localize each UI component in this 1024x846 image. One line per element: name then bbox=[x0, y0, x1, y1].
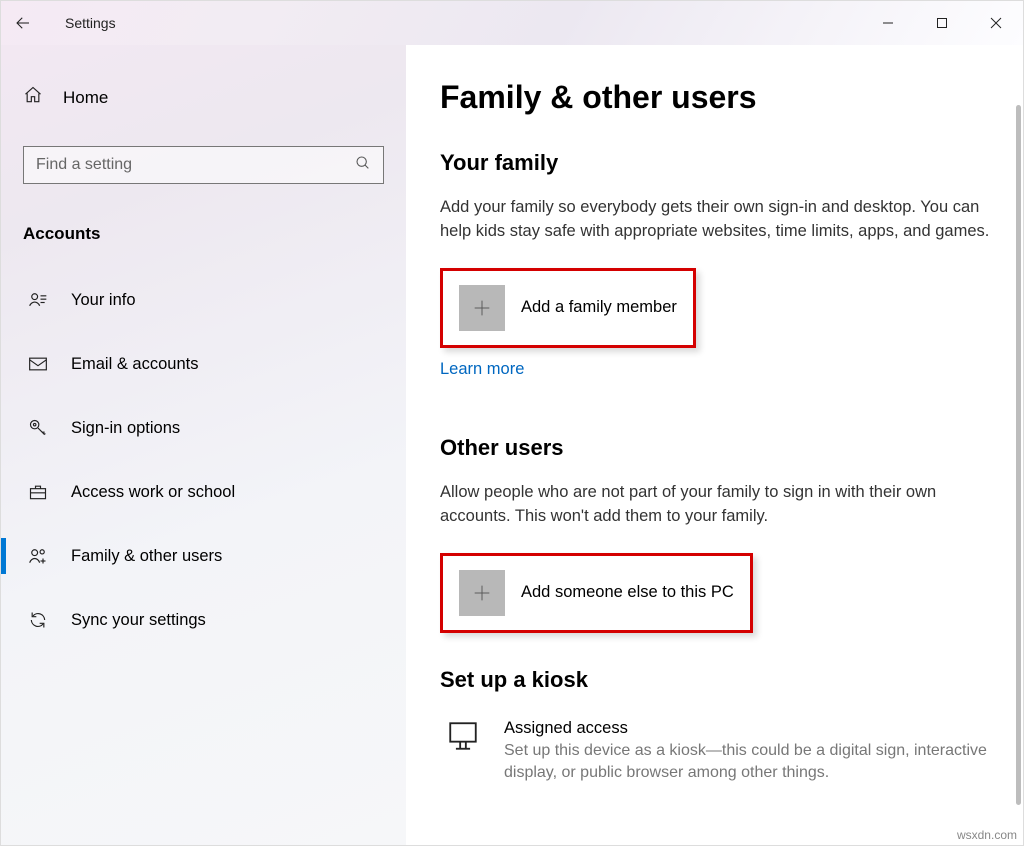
sidebar-item-label: Family & other users bbox=[71, 547, 222, 566]
home-nav[interactable]: Home bbox=[23, 85, 384, 110]
add-family-member-button[interactable]: Add a family member bbox=[451, 277, 685, 339]
minimize-button[interactable] bbox=[861, 1, 915, 45]
sidebar-item-label: Sign-in options bbox=[71, 419, 180, 438]
family-description: Add your family so everybody gets their … bbox=[440, 196, 993, 244]
sidebar-item-family-users[interactable]: Family & other users bbox=[23, 534, 384, 578]
assigned-access-title: Assigned access bbox=[504, 719, 993, 738]
sidebar-item-label: Email & accounts bbox=[71, 355, 198, 374]
sidebar-item-your-info[interactable]: Your info bbox=[23, 278, 384, 322]
sidebar-item-label: Your info bbox=[71, 291, 136, 310]
assigned-access-button[interactable]: Assigned access Set up this device as a … bbox=[440, 713, 993, 785]
person-card-icon bbox=[27, 290, 49, 310]
close-button[interactable] bbox=[969, 1, 1023, 45]
add-other-user-button[interactable]: Add someone else to this PC bbox=[451, 562, 742, 624]
highlight-add-family: Add a family member bbox=[440, 268, 696, 348]
search-input[interactable] bbox=[36, 156, 355, 174]
maximize-button[interactable] bbox=[915, 1, 969, 45]
window-body: Home Accounts Your info bbox=[1, 45, 1023, 845]
sidebar: Home Accounts Your info bbox=[1, 45, 406, 845]
content: Family & other users Your family Add you… bbox=[406, 45, 1023, 845]
page-title: Family & other users bbox=[440, 79, 993, 116]
sidebar-item-email-accounts[interactable]: Email & accounts bbox=[23, 342, 384, 386]
settings-window: Settings Home bbox=[0, 0, 1024, 846]
kiosk-heading: Set up a kiosk bbox=[440, 667, 993, 693]
home-icon bbox=[23, 85, 43, 110]
titlebar: Settings bbox=[1, 1, 1023, 45]
home-label: Home bbox=[63, 88, 108, 108]
watermark: wsxdn.com bbox=[957, 828, 1017, 842]
back-button[interactable] bbox=[1, 1, 45, 45]
scrollbar[interactable] bbox=[1016, 105, 1021, 805]
sidebar-item-sync-settings[interactable]: Sync your settings bbox=[23, 598, 384, 642]
search-icon bbox=[355, 155, 371, 176]
people-add-icon bbox=[27, 546, 49, 566]
add-family-label: Add a family member bbox=[521, 298, 677, 317]
sidebar-item-signin-options[interactable]: Sign-in options bbox=[23, 406, 384, 450]
kiosk-icon bbox=[446, 719, 480, 758]
window-controls bbox=[861, 1, 1023, 45]
learn-more-link[interactable]: Learn more bbox=[440, 360, 524, 379]
section-title: Accounts bbox=[23, 224, 384, 244]
family-heading: Your family bbox=[440, 150, 993, 176]
plus-icon bbox=[459, 570, 505, 616]
sidebar-item-label: Sync your settings bbox=[71, 611, 206, 630]
plus-icon bbox=[459, 285, 505, 331]
window-title: Settings bbox=[65, 15, 116, 31]
other-users-description: Allow people who are not part of your fa… bbox=[440, 481, 993, 529]
add-other-label: Add someone else to this PC bbox=[521, 583, 734, 602]
key-icon bbox=[27, 418, 49, 438]
mail-icon bbox=[27, 354, 49, 374]
highlight-add-other: Add someone else to this PC bbox=[440, 553, 753, 633]
sidebar-item-work-school[interactable]: Access work or school bbox=[23, 470, 384, 514]
search-box[interactable] bbox=[23, 146, 384, 184]
other-users-heading: Other users bbox=[440, 435, 993, 461]
assigned-access-desc: Set up this device as a kiosk—this could… bbox=[504, 740, 993, 785]
sidebar-item-label: Access work or school bbox=[71, 483, 235, 502]
sync-icon bbox=[27, 610, 49, 630]
sidebar-nav: Your info Email & accounts Sign-in optio… bbox=[23, 278, 384, 642]
briefcase-icon bbox=[27, 482, 49, 502]
